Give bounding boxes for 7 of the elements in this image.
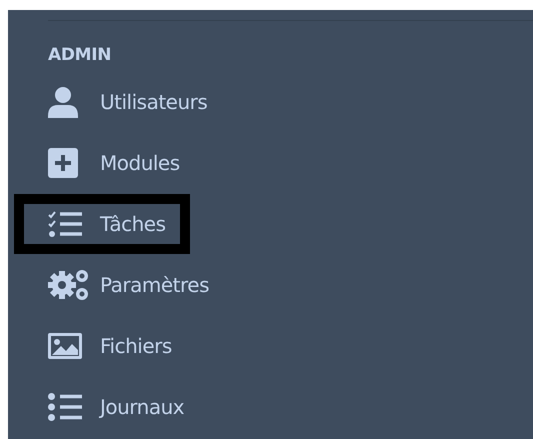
section-title: ADMIN — [48, 45, 112, 65]
sidebar-item[interactable]: Paramètres — [14, 264, 234, 304]
sidebar-item[interactable]: Fichiers — [14, 326, 196, 366]
sidebar-item[interactable]: Modules — [14, 142, 204, 182]
sidebar-item[interactable]: Utilisateurs — [14, 82, 232, 122]
sidebar-item[interactable]: Tâches — [14, 194, 190, 254]
sidebar-item[interactable]: Journaux — [14, 386, 208, 426]
